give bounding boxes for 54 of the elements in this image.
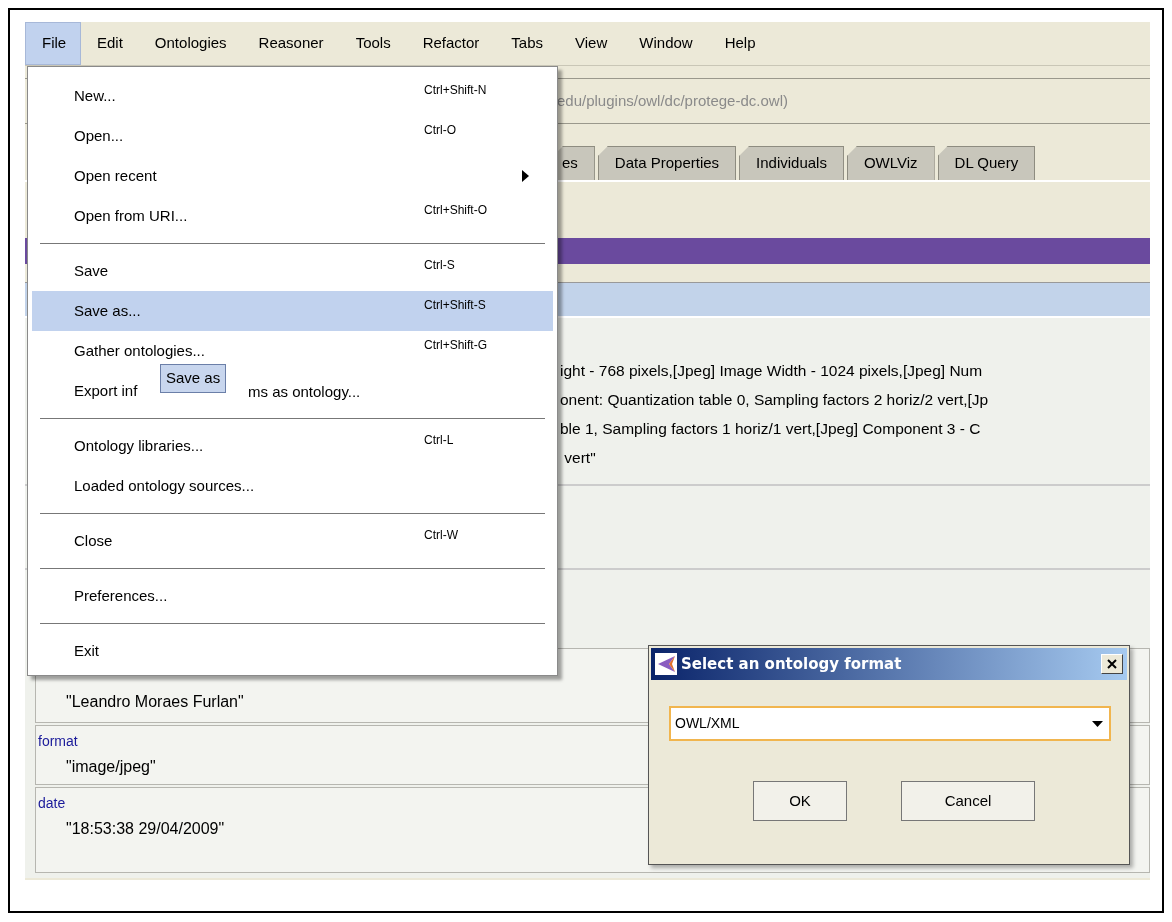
description-text: ight - 768 pixels,[Jpeg] Image Width - 1024 pixels,[Jpeg] Num — [560, 361, 984, 381]
menu-entry[interactable]: Export inf — [74, 379, 138, 403]
menu-entry[interactable]: Open from URI... — [74, 204, 188, 228]
menu-item[interactable]: Tabs — [495, 22, 560, 65]
dialog-title: Select an ontology format — [681, 653, 902, 675]
property-label: date — [38, 794, 66, 813]
menu-entry[interactable]: Gather ontologies... — [74, 339, 205, 363]
menu-entry[interactable]: Open recent — [74, 164, 157, 188]
shortcut-label: Ctrl-W — [424, 527, 458, 544]
shortcut-label: Ctrl+Shift-O — [424, 202, 487, 219]
menu-item[interactable]: Reasoner — [242, 22, 340, 65]
menu-entry[interactable]: Close — [74, 529, 113, 553]
shortcut-label: Ctrl-L — [424, 432, 454, 449]
description-text: vert" — [563, 448, 597, 468]
description-text: onent: Quantization table 0, Sampling factors 2 horiz/2 vert,[Jp — [560, 390, 990, 410]
shortcut-label: Ctrl-O — [424, 122, 456, 139]
shortcut-label: Ctrl+Shift-N — [424, 82, 487, 99]
annotation-value: "image/jpeg" — [66, 757, 156, 777]
menu-entry[interactable]: Save — [74, 259, 109, 283]
menu-entry[interactable]: Loaded ontology sources... — [74, 474, 255, 498]
close-icon — [1107, 659, 1117, 669]
tab[interactable]: OWLViz — [846, 146, 935, 180]
menu-item[interactable]: Help — [708, 22, 772, 65]
menu-item[interactable]: View — [559, 22, 624, 65]
menu-entry[interactable]: Ontology libraries... — [74, 434, 204, 458]
caret-icon — [1092, 720, 1103, 727]
menu-item[interactable]: Window — [623, 22, 709, 65]
cancel-button[interactable]: Cancel — [901, 781, 1035, 821]
property-label: format — [38, 732, 78, 751]
tab[interactable]: Individuals — [739, 146, 844, 180]
shortcut-label: Ctrl+Shift-S — [424, 297, 486, 314]
menu-entry[interactable]: ms as ontology... — [248, 381, 361, 404]
tab[interactable]: DL Query — [937, 146, 1036, 180]
close-button[interactable] — [1101, 654, 1123, 674]
annotation-value: "18:53:38 29/04/2009" — [66, 819, 225, 839]
menu-item[interactable]: Ontologies — [138, 22, 243, 65]
logo-icon — [655, 653, 677, 675]
menu-item[interactable]: File — [25, 22, 81, 65]
tooltip: Save as — [160, 364, 227, 393]
shortcut-label: Ctrl-S — [424, 257, 455, 274]
menu-entry[interactable]: Preferences... — [74, 584, 168, 608]
format-dropdown[interactable]: OWL/XML — [669, 706, 1111, 741]
menu-entry[interactable]: Open... — [74, 124, 124, 148]
menu-entry[interactable]: Save as... Ctrl+Shift-S — [32, 291, 553, 331]
tab[interactable]: Data Properties — [597, 146, 737, 180]
menu-entry[interactable]: New... — [74, 84, 116, 108]
ok-button[interactable]: OK — [753, 781, 847, 821]
menu-item[interactable]: Refactor — [406, 22, 496, 65]
annotation-value: "Leandro Moraes Furlan" — [66, 692, 244, 712]
menu-item[interactable]: Edit — [81, 22, 139, 65]
menu-entry[interactable]: Exit — [74, 639, 99, 663]
description-text: ble 1, Sampling factors 1 horiz/1 vert,[Jpeg] Component 3 - C — [560, 419, 982, 439]
menu-item[interactable]: Tools — [339, 22, 407, 65]
shortcut-label: Ctrl+Shift-G — [424, 337, 487, 354]
